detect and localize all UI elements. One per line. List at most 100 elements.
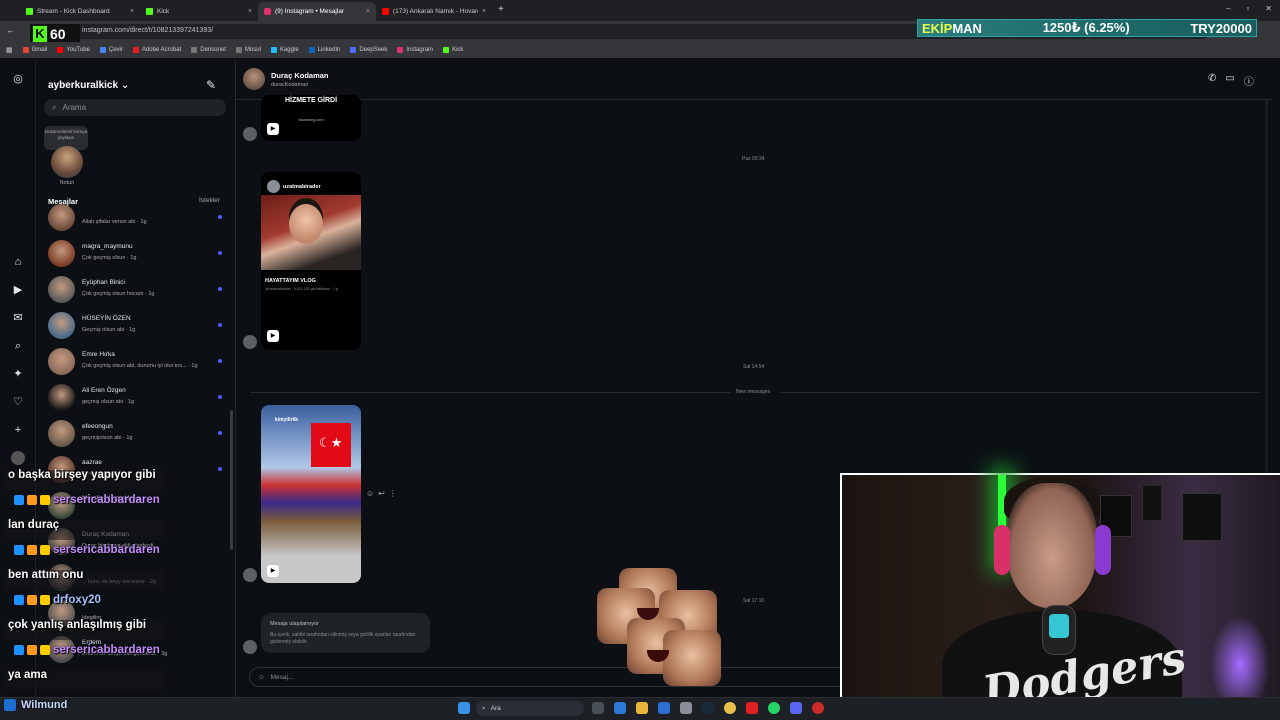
close-icon[interactable]: ×	[482, 8, 486, 15]
instagram-logo-icon[interactable]: ◎	[11, 72, 25, 86]
stream-chat-message: çok yanlış anlaşılmış gibi	[8, 619, 147, 631]
more-icon[interactable]: ⋮	[389, 489, 397, 498]
bookmark-item[interactable]: Kick	[443, 47, 463, 53]
url-text: instagram.com/direct/t/108213397241393/	[82, 27, 214, 34]
tab-label: Kick	[157, 8, 170, 15]
conversation-item[interactable]: Ali Eren Özgen geçmiş olsun abi · 1g	[48, 382, 226, 414]
bookmark-item[interactable]: Adobe Acrobat	[132, 47, 181, 53]
shared-reel[interactable]: uzatmabirader HAYATTAYIM VLOG @uzatmabir…	[261, 172, 361, 350]
app-icon[interactable]	[680, 702, 692, 714]
bookmark-icon	[443, 47, 450, 53]
reel-user: kimyilirlik	[275, 417, 299, 423]
bookmark-item[interactable]: Kaggle	[270, 47, 299, 53]
note-bubble[interactable]: Düşüncelerini buraya paylaşın Notun	[44, 126, 90, 186]
conversation-preview: geçmiş olsun abi · 1g	[82, 399, 134, 405]
donation-goal-overlay: EKİPMAN 1250₺ (6.25%) TRY20000	[917, 19, 1257, 37]
tab-instagram[interactable]: (9) Instagram • Mesajlar ×	[258, 2, 376, 21]
unavailable-title: Mesaja ulaşılamıyor	[270, 621, 319, 627]
sender-avatar	[243, 640, 257, 654]
new-tab-button[interactable]: +	[498, 4, 504, 15]
stream-chat-user: Wilmund	[4, 699, 67, 711]
bookmark-item[interactable]: Gmail	[22, 47, 47, 53]
tab-youtube[interactable]: (173) Ankaralı Namık - Hovarda ×	[376, 2, 492, 21]
close-icon[interactable]: ×	[130, 8, 134, 15]
conversation-item[interactable]: Eyüphan Binici Çok geçmiş olsun hocam · 1…	[48, 274, 226, 306]
shared-reel[interactable]: kimyilirlik ▶	[261, 405, 361, 583]
explore-icon[interactable]: ✦	[11, 367, 25, 381]
unread-dot	[218, 251, 222, 255]
youtube-icon[interactable]	[746, 702, 758, 714]
bookmark-item[interactable]: Çevir	[99, 47, 123, 53]
bookmark-item[interactable]: YouTube	[57, 47, 90, 53]
account-switcher[interactable]: ayberkuralkick ⌄	[48, 80, 129, 91]
phone-icon[interactable]: ✆	[1208, 73, 1216, 88]
compose-icon[interactable]: ✎	[206, 78, 216, 92]
create-icon[interactable]: +	[11, 423, 25, 437]
avatar	[48, 276, 75, 303]
conversation-item[interactable]: efeeongun geçmişolsun abi · 1g	[48, 418, 226, 450]
avatar	[48, 348, 75, 375]
conversation-preview: Allah şifalar versin abi · 1g	[82, 219, 147, 225]
maximize-icon[interactable]: ▫	[1246, 4, 1249, 13]
avatar[interactable]	[243, 68, 265, 90]
minimize-icon[interactable]: –	[1226, 4, 1230, 13]
bookmark-item[interactable]: Densonet	[191, 47, 226, 53]
video-call-icon[interactable]: ▭	[1225, 73, 1234, 88]
tab-kick[interactable]: Kick ×	[140, 2, 258, 21]
back-icon[interactable]: ←	[6, 25, 15, 35]
unavailable-text: Bu içerik, sahibi tarafından silinmiş ve…	[270, 632, 416, 645]
reply-icon[interactable]: ↩	[378, 489, 385, 498]
steam-icon[interactable]	[702, 702, 714, 714]
close-icon[interactable]: ×	[248, 8, 252, 15]
chat-header	[236, 60, 1272, 100]
conversation-name: HÜSEYİN ÖZEN	[82, 315, 131, 322]
whatsapp-icon[interactable]	[768, 702, 780, 714]
profile-avatar[interactable]	[11, 451, 25, 465]
badge-icon	[40, 595, 50, 605]
bookmark-item[interactable]: LinkedIn	[308, 47, 340, 53]
taskbar-search[interactable]: ⌕ Ara	[476, 701, 584, 716]
start-icon[interactable]	[458, 702, 470, 714]
conversation-item[interactable]: HÜSEYİN ÖZEN Geçmiş olsun abi · 1g	[48, 310, 226, 342]
chrome-icon[interactable]	[724, 702, 736, 714]
badge-icon	[27, 595, 37, 605]
unread-dot	[218, 467, 222, 471]
reel-title: HİZMETE GİRDİ	[284, 97, 338, 104]
bookmark-item[interactable]: Mosul	[235, 47, 261, 53]
emoji-icon[interactable]: ☺	[258, 674, 265, 681]
home-icon[interactable]: ⌂	[11, 255, 25, 269]
edge-icon[interactable]	[614, 702, 626, 714]
notifications-icon[interactable]: ♡	[11, 395, 25, 409]
bookmark-item[interactable]: DeepSeek	[350, 47, 387, 53]
headphone-left	[994, 525, 1010, 575]
bookmark-item[interactable]: Instagram	[397, 47, 433, 53]
conversation-item[interactable]: magra_maymunu Çok geçmiş olsun · 1g	[48, 238, 226, 270]
sidebar-scrollbar[interactable]	[230, 410, 233, 550]
reel-icon: ▶	[267, 123, 279, 135]
discord-icon[interactable]	[790, 702, 802, 714]
reels-icon[interactable]: ▶	[11, 283, 25, 297]
apps-icon[interactable]: ▦	[6, 46, 13, 54]
close-window-icon[interactable]: ✕	[1265, 4, 1272, 13]
shared-reel[interactable]: HİZMETE GİRDİ bsonmeg.com ▶	[261, 95, 361, 141]
conversation-item[interactable]: Allah şifalar versin abi · 1g	[48, 202, 226, 234]
stream-chat-username: sersericabbardaren	[53, 644, 160, 656]
conversation-item[interactable]: Emre Hırka Çok geçmiş olsun abi, durumu i…	[48, 346, 226, 378]
goal-label-a: EKİP	[922, 20, 953, 36]
tab-kick-dashboard[interactable]: Stream - Kick Dashboard ×	[20, 2, 140, 21]
search-icon: ⌕	[482, 704, 486, 712]
info-icon[interactable]: ⓘ	[1244, 73, 1254, 88]
task-view-icon[interactable]	[592, 702, 604, 714]
close-icon[interactable]: ×	[366, 8, 370, 15]
conversation-preview: Çok geçmiş olsun abi, durumu iyi olur in…	[82, 363, 198, 369]
stream-chat-username: sersericabbardaren	[53, 494, 160, 506]
file-explorer-icon[interactable]	[636, 702, 648, 714]
messages-icon[interactable]: ✉	[11, 311, 25, 325]
search-input[interactable]: ⌕ Arama	[44, 99, 226, 116]
search-icon[interactable]: ⌕	[11, 339, 25, 353]
obs-icon[interactable]	[812, 702, 824, 714]
emoji-react-icon[interactable]: ☺	[366, 489, 374, 498]
store-icon[interactable]	[658, 702, 670, 714]
chat-contact-name[interactable]: Duraç Kodaman	[271, 71, 329, 80]
unread-dot	[218, 431, 222, 435]
